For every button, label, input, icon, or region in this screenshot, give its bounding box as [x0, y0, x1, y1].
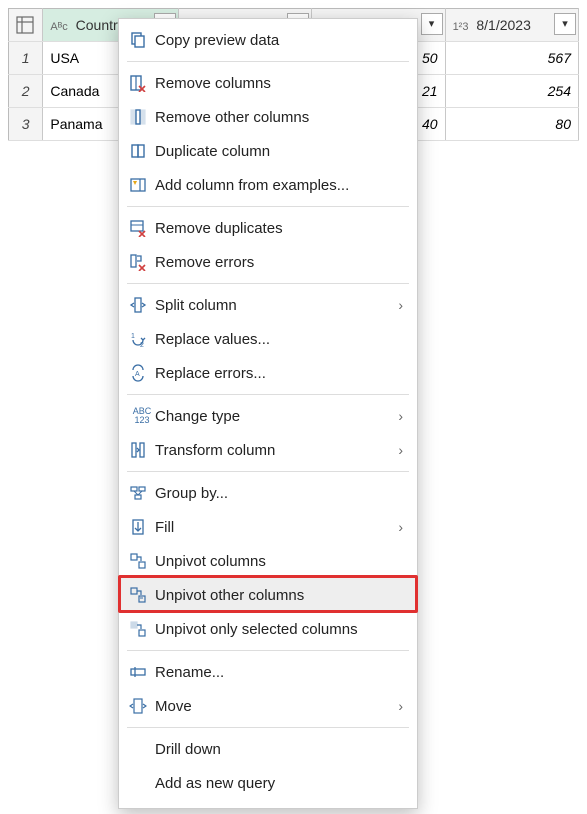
menu-drill-down[interactable]: Drill down	[119, 732, 417, 766]
menu-label: Rename...	[155, 664, 403, 681]
menu-label: Copy preview data	[155, 32, 403, 49]
group-by-icon	[129, 484, 155, 502]
menu-remove-columns[interactable]: Remove columns	[119, 66, 417, 100]
menu-separator	[127, 394, 409, 395]
transform-column-icon	[129, 441, 155, 459]
menu-label: Drill down	[155, 741, 403, 758]
menu-change-type[interactable]: ABC 123 Change type ›	[119, 399, 417, 433]
menu-replace-values[interactable]: 12 Replace values...	[119, 322, 417, 356]
remove-duplicates-icon	[129, 219, 155, 237]
menu-label: Remove other columns	[155, 109, 403, 126]
menu-label: Move	[155, 698, 398, 715]
remove-other-columns-icon	[129, 108, 155, 126]
cell-d3[interactable]: 254	[445, 75, 578, 108]
menu-separator	[127, 727, 409, 728]
menu-separator	[127, 283, 409, 284]
submenu-arrow-icon: ›	[398, 408, 403, 424]
menu-separator	[127, 61, 409, 62]
menu-replace-errors[interactable]: A Replace errors...	[119, 356, 417, 390]
menu-copy-preview-data[interactable]: Copy preview data	[119, 23, 417, 57]
table-icon	[16, 16, 34, 34]
menu-separator	[127, 471, 409, 472]
menu-label: Unpivot only selected columns	[155, 621, 403, 638]
column-header-d3[interactable]: 1²3 8/1/2023 ▾	[445, 9, 578, 42]
svg-text:1: 1	[131, 333, 135, 340]
remove-columns-icon	[129, 74, 155, 92]
column-dropdown-d2[interactable]: ▾	[421, 13, 443, 35]
menu-label: Remove columns	[155, 75, 403, 92]
menu-label: Group by...	[155, 485, 403, 502]
row-number: 3	[9, 108, 43, 141]
column-dropdown-d3[interactable]: ▾	[554, 13, 576, 35]
menu-separator	[127, 650, 409, 651]
add-column-examples-icon	[129, 176, 155, 194]
submenu-arrow-icon: ›	[398, 519, 403, 535]
menu-unpivot-columns[interactable]: Unpivot columns	[119, 544, 417, 578]
menu-label: Change type	[155, 408, 398, 425]
menu-fill[interactable]: Fill ›	[119, 510, 417, 544]
row-number: 1	[9, 42, 43, 75]
duplicate-column-icon	[129, 142, 155, 160]
row-number: 2	[9, 75, 43, 108]
unpivot-selected-icon	[129, 620, 155, 638]
svg-text:A: A	[135, 371, 140, 378]
select-all-corner[interactable]	[9, 9, 43, 42]
menu-label: Fill	[155, 519, 398, 536]
column-header-label: 8/1/2023	[476, 17, 531, 33]
move-icon	[129, 697, 155, 715]
menu-label: Unpivot other columns	[155, 587, 403, 604]
menu-rename[interactable]: Rename...	[119, 655, 417, 689]
menu-transform-column[interactable]: Transform column ›	[119, 433, 417, 467]
menu-label: Unpivot columns	[155, 553, 403, 570]
remove-errors-icon	[129, 253, 155, 271]
menu-label: Remove errors	[155, 254, 403, 271]
change-type-icon: ABC 123	[129, 407, 155, 425]
menu-label: Transform column	[155, 442, 398, 459]
replace-errors-icon: A	[129, 364, 155, 382]
column-context-menu: Copy preview data Remove columns Remove …	[118, 18, 418, 809]
submenu-arrow-icon: ›	[398, 698, 403, 714]
menu-label: Split column	[155, 297, 398, 314]
menu-add-column-from-examples[interactable]: Add column from examples...	[119, 168, 417, 202]
menu-label: Duplicate column	[155, 143, 403, 160]
menu-duplicate-column[interactable]: Duplicate column	[119, 134, 417, 168]
menu-split-column[interactable]: Split column ›	[119, 288, 417, 322]
menu-separator	[127, 206, 409, 207]
cell-d3[interactable]: 567	[445, 42, 578, 75]
menu-label: Add column from examples...	[155, 177, 403, 194]
menu-label: Replace errors...	[155, 365, 403, 382]
type-text-icon: Aᴮc	[50, 21, 67, 33]
menu-label: Replace values...	[155, 331, 403, 348]
fill-icon	[129, 518, 155, 536]
rename-icon	[129, 663, 155, 681]
menu-remove-duplicates[interactable]: Remove duplicates	[119, 211, 417, 245]
copy-icon	[129, 31, 155, 49]
submenu-arrow-icon: ›	[398, 442, 403, 458]
menu-add-as-new-query[interactable]: Add as new query	[119, 766, 417, 800]
menu-remove-other-columns[interactable]: Remove other columns	[119, 100, 417, 134]
menu-remove-errors[interactable]: Remove errors	[119, 245, 417, 279]
menu-label: Add as new query	[155, 775, 403, 792]
split-column-icon	[129, 296, 155, 314]
menu-group-by[interactable]: Group by...	[119, 476, 417, 510]
type-number-icon: 1²3	[453, 21, 469, 33]
svg-text:2: 2	[140, 342, 144, 348]
cell-d3[interactable]: 80	[445, 108, 578, 141]
replace-values-icon: 12	[129, 330, 155, 348]
menu-label: Remove duplicates	[155, 220, 403, 237]
menu-move[interactable]: Move ›	[119, 689, 417, 723]
unpivot-columns-icon	[129, 552, 155, 570]
menu-unpivot-other-columns[interactable]: Unpivot other columns	[119, 578, 417, 612]
unpivot-other-columns-icon	[129, 586, 155, 604]
submenu-arrow-icon: ›	[398, 297, 403, 313]
menu-unpivot-selected-columns[interactable]: Unpivot only selected columns	[119, 612, 417, 646]
